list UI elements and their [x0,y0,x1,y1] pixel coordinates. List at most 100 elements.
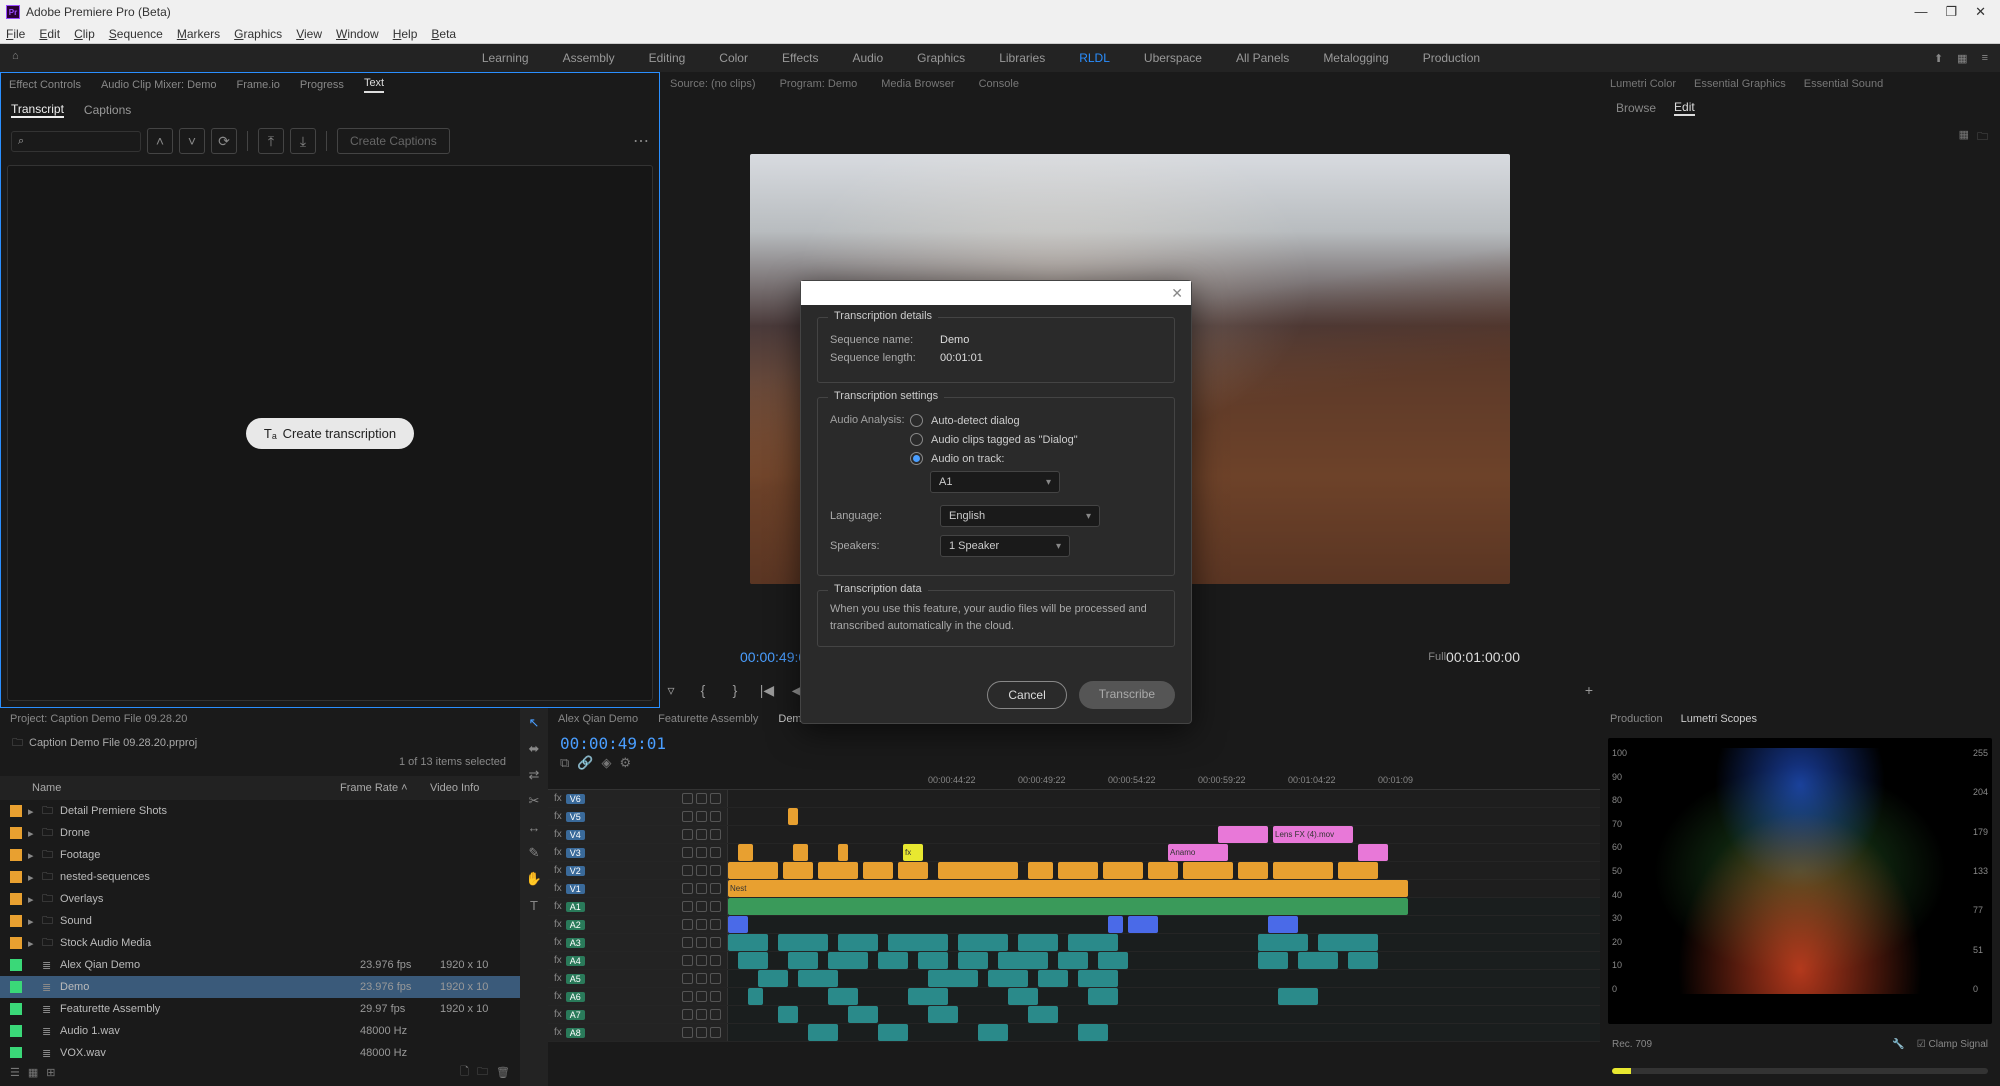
clip[interactable] [758,970,788,987]
scope-colorspace[interactable]: Rec. 709 [1612,1039,1652,1050]
track-a5[interactable]: fxA5 [548,970,1600,988]
list-view-button[interactable]: ☰ [10,1066,20,1079]
create-captions-button[interactable]: Create Captions [337,128,450,154]
track-a8[interactable]: fxA8 [548,1024,1600,1042]
project-item[interactable]: ▸🗀Detail Premiere Shots [0,800,520,822]
project-item[interactable]: ▸🗀Stock Audio Media [0,932,520,954]
project-item[interactable]: ≣Alex Qian Demo23.976 fps1920 x 10 [0,954,520,976]
transcript-search[interactable]: ⌕ [11,131,141,152]
clip[interactable] [838,934,878,951]
freeform-view-button[interactable]: ⊞ [46,1066,55,1079]
clip[interactable] [1298,952,1338,969]
clip[interactable] [1348,952,1378,969]
timeline-tracks[interactable]: fxV6fxV5fxV4Lens FX (4).movfxV3fxAnamofx… [548,790,1600,1086]
search-input[interactable] [24,135,134,147]
clip[interactable]: Anamo [1168,844,1228,861]
ws-learning[interactable]: Learning [482,51,529,65]
tab-text[interactable]: Text [364,77,384,93]
ws-rldl[interactable]: RLDL [1079,51,1110,65]
clip[interactable] [848,1006,878,1023]
track-v1[interactable]: fxV1Nest [548,880,1600,898]
ws-production[interactable]: Production [1423,51,1480,65]
clip[interactable] [1148,862,1178,879]
menu-window[interactable]: Window [336,27,379,41]
tab-effect-controls[interactable]: Effect Controls [9,79,81,91]
prev-match-button[interactable]: ˄ [147,128,173,154]
tl-tab-featurette[interactable]: Featurette Assembly [658,713,758,725]
track-v3[interactable]: fxV3fxAnamo [548,844,1600,862]
ws-graphics[interactable]: Graphics [917,51,965,65]
selection-tool[interactable]: ↖ [525,714,543,732]
button-editor[interactable]: + [1578,679,1600,701]
clip[interactable] [1128,916,1158,933]
scope-zoom-bar[interactable] [1612,1068,1988,1074]
clip[interactable] [1238,862,1268,879]
clip[interactable] [1108,916,1123,933]
clip[interactable] [728,916,748,933]
next-match-button[interactable]: ˅ [179,128,205,154]
clip[interactable] [818,862,858,879]
close-button[interactable]: ✕ [1975,4,1986,20]
clip[interactable] [958,952,988,969]
new-bin-button[interactable]: 🗀 [477,1063,488,1082]
menu-clip[interactable]: Clip [74,27,95,41]
marker-button[interactable]: ◈ [601,755,611,771]
project-item[interactable]: ▸🗀Footage [0,844,520,866]
tab-project[interactable]: Project: Caption Demo File 09.28.20 [10,713,187,725]
clip[interactable] [1088,988,1118,1005]
menu-file[interactable]: File [6,27,25,41]
tab-source[interactable]: Source: (no clips) [670,78,756,90]
clip[interactable] [1268,916,1298,933]
clip[interactable] [738,952,768,969]
clip[interactable] [878,1024,908,1041]
clip[interactable] [1318,934,1378,951]
new-layer-icon[interactable]: ▦ [1959,128,1969,147]
speakers-select[interactable]: 1 Speaker▾ [940,535,1070,557]
language-select[interactable]: English▾ [940,505,1100,527]
type-tool[interactable]: T [525,896,543,914]
project-item[interactable]: ≣Demo23.976 fps1920 x 10 [0,976,520,998]
scope-wrench-icon[interactable]: 🔧 [1892,1039,1904,1050]
new-item-button[interactable]: 🗋 [460,1063,469,1082]
clip[interactable] [1278,988,1318,1005]
clip[interactable] [898,862,928,879]
tab-progress[interactable]: Progress [300,79,344,91]
clip[interactable] [1058,862,1098,879]
delete-button[interactable]: 🗑 [496,1066,510,1079]
clip[interactable] [998,952,1048,969]
transcribe-button[interactable]: Transcribe [1079,681,1175,709]
tab-console[interactable]: Console [979,78,1019,90]
menu-help[interactable]: Help [393,27,418,41]
ws-libraries[interactable]: Libraries [999,51,1045,65]
cancel-button[interactable]: Cancel [987,681,1066,709]
timeline-ruler[interactable]: 00:00:44:22 00:00:49:22 00:00:54:22 00:0… [548,770,1600,790]
menu-view[interactable]: View [296,27,322,41]
refresh-button[interactable]: ⟳ [211,128,237,154]
track-a4[interactable]: fxA4 [548,952,1600,970]
project-item[interactable]: ≣Featurette Assembly29.97 fps1920 x 10 [0,998,520,1020]
clip[interactable] [778,1006,798,1023]
clip[interactable] [1008,988,1038,1005]
clip[interactable] [828,988,858,1005]
clip[interactable] [788,808,798,825]
clip[interactable] [1028,1006,1058,1023]
minimize-button[interactable]: — [1914,4,1927,20]
clip[interactable]: Nest [728,880,1408,897]
clip[interactable] [918,952,948,969]
clip[interactable] [1358,844,1388,861]
ws-color[interactable]: Color [719,51,748,65]
eg-edit[interactable]: Edit [1674,100,1695,116]
icon-view-button[interactable]: ▦ [28,1066,38,1079]
export-icon[interactable]: ⬆ [1934,52,1943,65]
clip[interactable] [828,952,868,969]
clip[interactable] [1078,1024,1108,1041]
tl-tab-alex[interactable]: Alex Qian Demo [558,713,638,725]
subtab-captions[interactable]: Captions [84,103,131,117]
resolution-full[interactable]: Full [1428,651,1446,663]
clip[interactable] [783,862,813,879]
ws-editing[interactable]: Editing [649,51,686,65]
clip[interactable] [1028,862,1053,879]
track-v6[interactable]: fxV6 [548,790,1600,808]
clip[interactable] [1338,862,1378,879]
clip[interactable] [1218,826,1268,843]
